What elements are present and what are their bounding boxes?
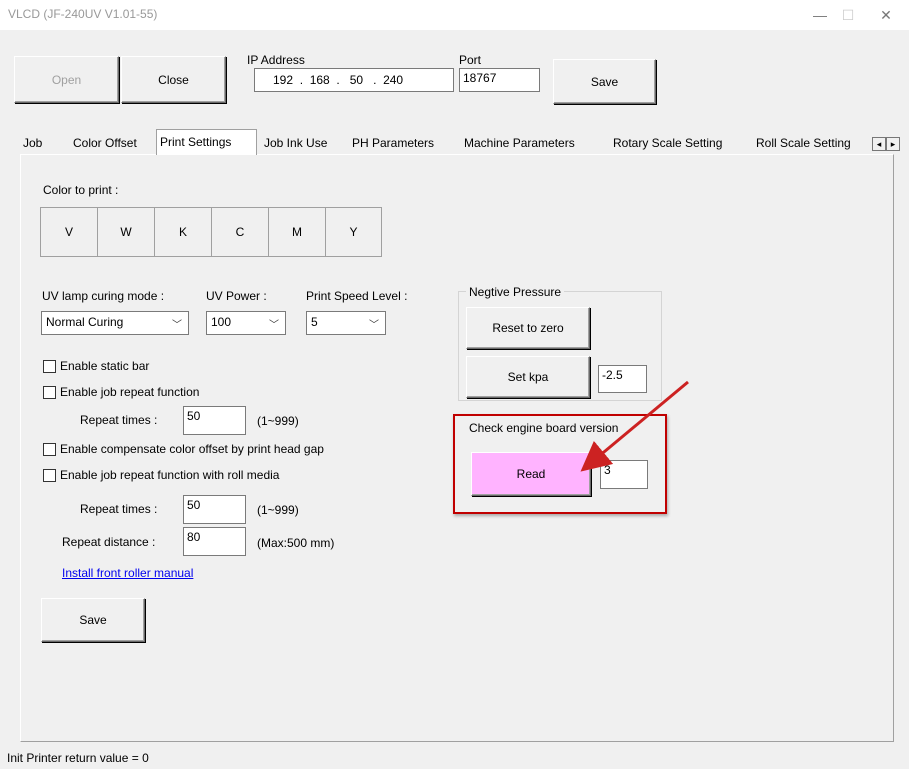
tab-color-offset[interactable]: Color Offset (70, 133, 140, 154)
tab-print-settings[interactable]: Print Settings (156, 129, 257, 155)
uv-lamp-select[interactable]: Normal Curing ﹀ (41, 311, 189, 335)
color-to-print-label: Color to print : (43, 183, 119, 197)
chevron-down-icon: ﹀ (172, 320, 182, 331)
tab-ph-parameters[interactable]: PH Parameters (349, 133, 437, 154)
install-front-roller-link[interactable]: Install front roller manual (62, 566, 193, 580)
tab-roll-scale-setting[interactable]: Roll Scale Setting (753, 133, 871, 154)
repeat-times-label: Repeat times : (80, 413, 158, 427)
chevron-down-icon: ﹀ (369, 320, 379, 331)
uv-power-select[interactable]: 100 ﹀ (206, 311, 286, 335)
print-speed-label: Print Speed Level : (306, 289, 408, 303)
repeat-times-range: (1~999) (257, 414, 299, 428)
arrow-annotation-icon (580, 380, 689, 472)
uv-lamp-label: UV lamp curing mode : (42, 289, 165, 303)
color-y-button[interactable]: Y (325, 207, 382, 257)
ip-address-label: IP Address (247, 53, 305, 67)
repeat-distance-label: Repeat distance : (62, 535, 156, 549)
uv-power-value: 100 (211, 315, 232, 329)
roll-repeat-times-input[interactable]: 50 (183, 495, 246, 524)
print-speed-value: 5 (311, 315, 318, 329)
tab-rotary-scale-setting[interactable]: Rotary Scale Setting (610, 133, 725, 154)
uv-lamp-value: Normal Curing (46, 315, 124, 329)
static-bar-label: Enable static bar (60, 359, 150, 373)
tab-job[interactable]: Job (20, 133, 45, 154)
close-button[interactable]: Close (121, 56, 226, 103)
roll-repeat-times-range: (1~999) (257, 503, 299, 517)
tab-scroll-right-icon[interactable]: ▸ (886, 137, 900, 151)
chevron-down-icon: ﹀ (269, 320, 279, 331)
negative-pressure-label: Negtive Pressure (466, 285, 565, 299)
print-speed-select[interactable]: 5 ﹀ (306, 311, 386, 335)
color-k-button[interactable]: K (154, 207, 211, 257)
compensate-checkbox[interactable] (43, 443, 56, 456)
job-repeat-label: Enable job repeat function (60, 385, 200, 399)
roll-repeat-checkbox[interactable] (43, 469, 56, 482)
roll-repeat-times-label: Repeat times : (80, 502, 158, 516)
static-bar-checkbox[interactable] (43, 360, 56, 373)
open-button[interactable]: Open (14, 56, 119, 103)
window-title: VLCD (JF-240UV V1.01-55) (8, 7, 158, 21)
port-input[interactable]: 18767 (459, 68, 540, 92)
tab-job-ink-use[interactable]: Job Ink Use (261, 133, 330, 154)
color-w-button[interactable]: W (97, 207, 154, 257)
uv-power-label: UV Power : (206, 289, 267, 303)
maximize-icon[interactable]: ☐ (828, 2, 868, 28)
port-label: Port (459, 53, 482, 67)
color-v-button[interactable]: V (40, 207, 97, 257)
close-icon[interactable]: ✕ (866, 2, 906, 28)
status-text: Init Printer return value = 0 (7, 751, 149, 765)
repeat-distance-input[interactable]: 80 (183, 527, 246, 556)
tab-machine-parameters[interactable]: Machine Parameters (461, 133, 578, 154)
save-settings-button[interactable]: Save (41, 598, 145, 642)
color-m-button[interactable]: M (268, 207, 325, 257)
repeat-times-input[interactable]: 50 (183, 406, 246, 435)
reset-to-zero-button[interactable]: Reset to zero (466, 307, 590, 349)
ip-address-input[interactable]: 192 . 168 . 50 . 240 (254, 68, 454, 92)
repeat-distance-range: (Max:500 mm) (257, 536, 335, 550)
color-c-button[interactable]: C (211, 207, 268, 257)
tab-scroll-left-icon[interactable]: ◂ (872, 137, 886, 151)
roll-repeat-label: Enable job repeat function with roll med… (60, 468, 280, 482)
save-ip-button[interactable]: Save (553, 59, 656, 104)
compensate-label: Enable compensate color offset by print … (60, 442, 324, 456)
job-repeat-checkbox[interactable] (43, 386, 56, 399)
